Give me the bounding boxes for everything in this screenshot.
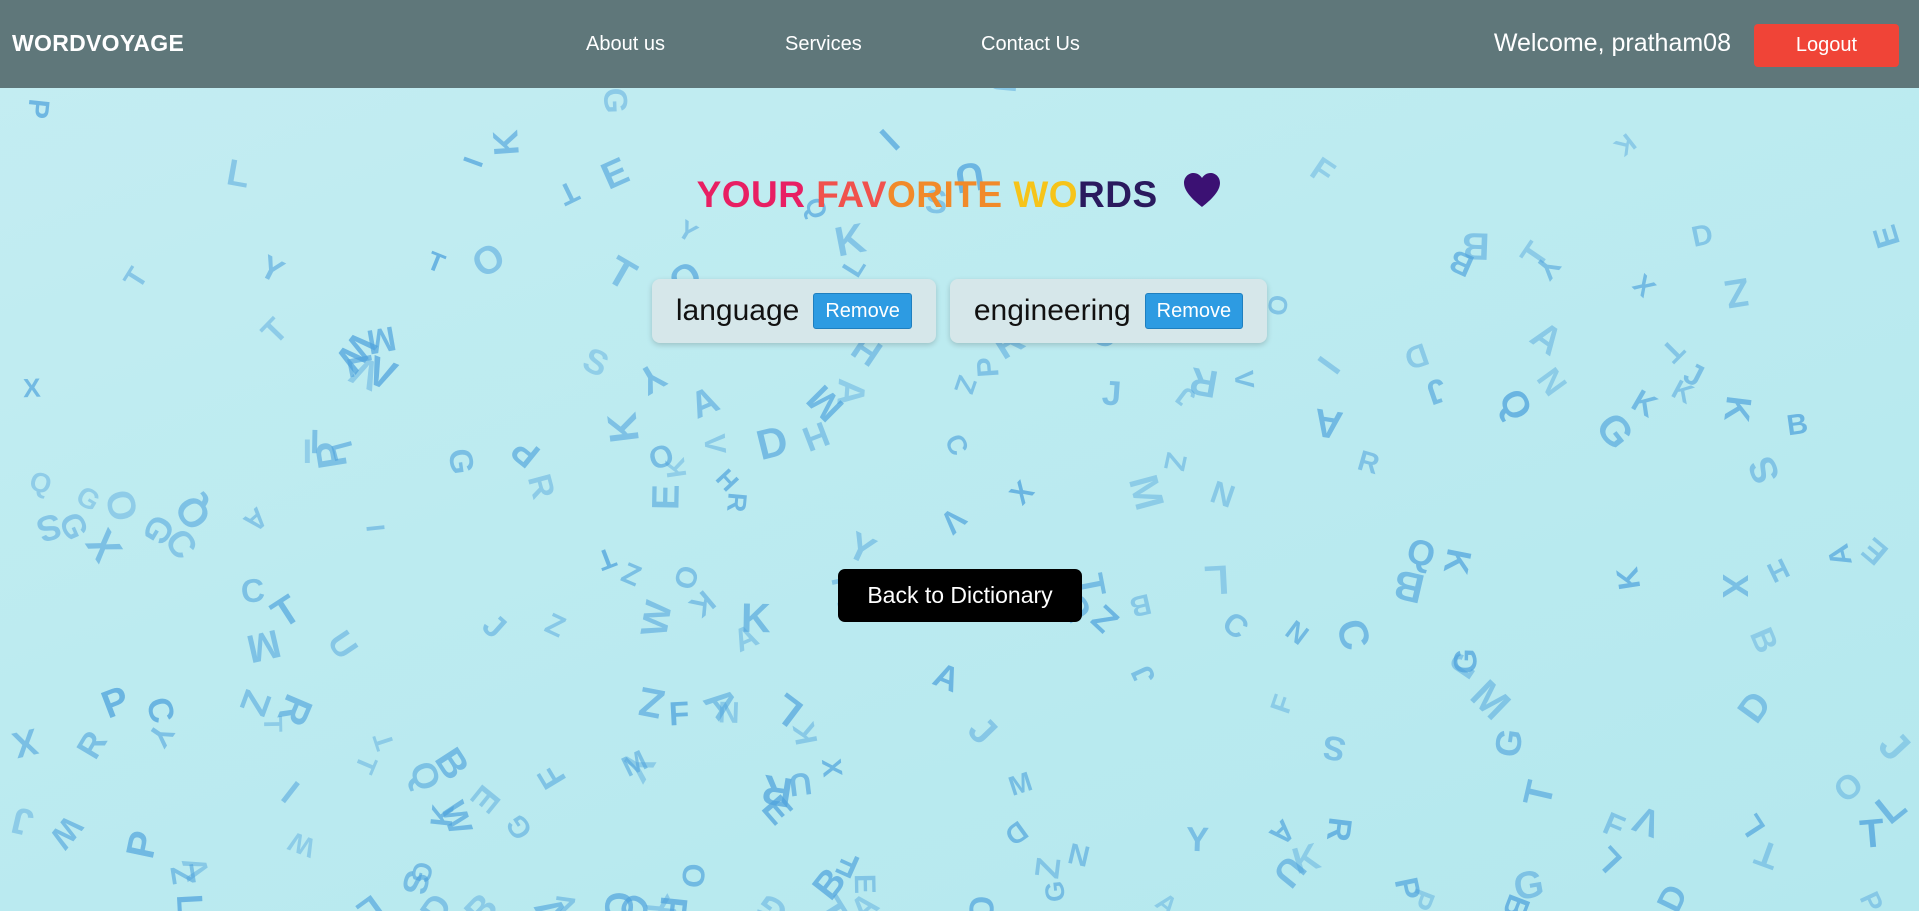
heart-icon — [1182, 172, 1222, 217]
remove-word-button[interactable]: Remove — [1144, 293, 1244, 329]
remove-word-button[interactable]: Remove — [813, 293, 912, 329]
back-to-dictionary-button[interactable]: Back to Dictionary — [838, 569, 1082, 622]
favorite-word-card: language Remove — [651, 279, 936, 343]
nav-about-us[interactable]: About us — [586, 33, 665, 56]
favorite-words-list: language Remove engineering Remove — [0, 279, 1919, 343]
favorite-word-card: engineering Remove — [949, 279, 1268, 343]
top-navbar: WORDVOYAGE About us Services Contact Us … — [0, 0, 1919, 88]
welcome-message: Welcome, pratham08 — [1493, 29, 1731, 57]
title-part: FAV — [816, 174, 887, 215]
page-title: YOUR FAVORITE WORDS — [0, 172, 1919, 217]
title-part: RDS — [1078, 174, 1158, 215]
title-part: YOUR — [696, 174, 817, 215]
favorite-word: language — [675, 294, 800, 327]
nav-services[interactable]: Services — [785, 33, 862, 56]
title-part: ORITE — [886, 174, 1014, 215]
favorites-page: YOUR FAVORITE WORDS language Remove engi… — [0, 0, 1919, 911]
brand-logo[interactable]: WORDVOYAGE — [12, 30, 184, 57]
logout-button[interactable]: Logout — [1754, 24, 1899, 67]
nav-contact-us[interactable]: Contact Us — [981, 33, 1080, 56]
favorite-word: engineering — [973, 294, 1131, 327]
title-part: WO — [1013, 174, 1079, 215]
